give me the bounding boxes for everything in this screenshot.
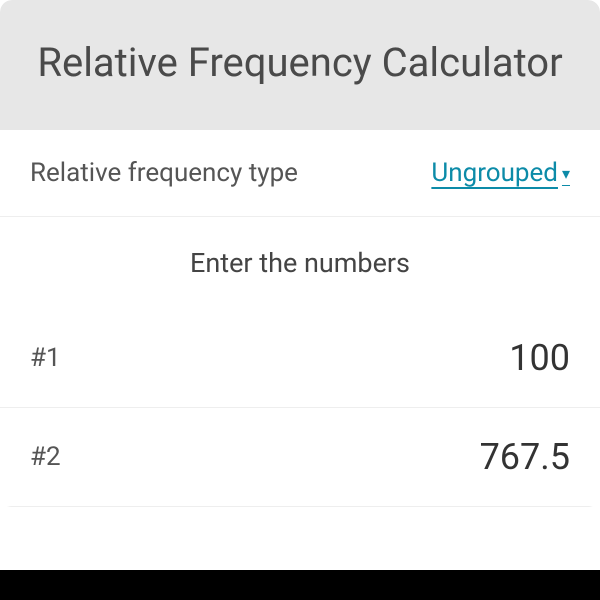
chevron-down-icon: ▾ — [562, 164, 570, 183]
input-row-2[interactable]: #2 767.5 — [0, 408, 600, 507]
frequency-type-label: Relative frequency type — [30, 158, 298, 188]
bottom-bar — [0, 570, 600, 600]
page-title: Relative Frequency Calculator — [20, 38, 580, 88]
input-value-2: 767.5 — [480, 436, 570, 478]
calculator-panel: Relative Frequency Calculator Relative f… — [0, 0, 600, 507]
input-value-1: 100 — [509, 337, 570, 379]
input-label-1: #1 — [30, 343, 61, 373]
section-title: Enter the numbers — [0, 217, 600, 309]
frequency-type-value: Ungrouped — [431, 158, 558, 188]
frequency-type-row: Relative frequency type Ungrouped ▾ — [0, 130, 600, 217]
frequency-type-select[interactable]: Ungrouped ▾ — [431, 158, 570, 188]
input-row-1[interactable]: #1 100 — [0, 309, 600, 408]
input-label-2: #2 — [30, 442, 61, 472]
header: Relative Frequency Calculator — [0, 0, 600, 130]
